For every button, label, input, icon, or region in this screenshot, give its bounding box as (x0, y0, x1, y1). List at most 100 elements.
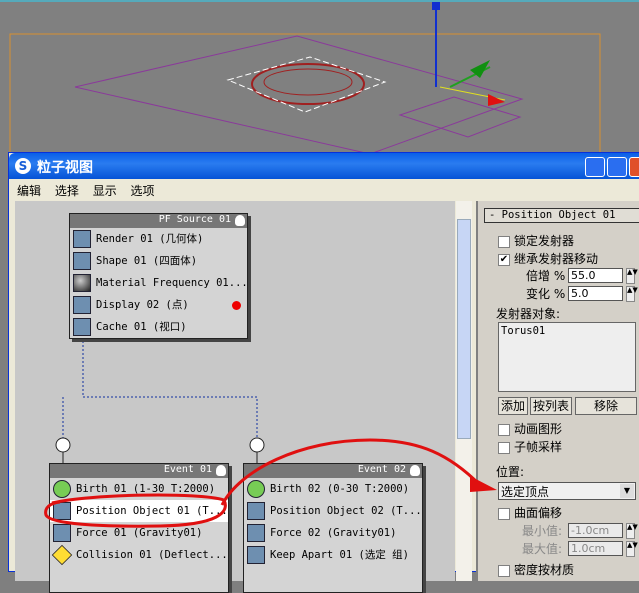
min-input[interactable]: -1.0cm (568, 523, 623, 538)
operator-birth[interactable]: Birth 02 (0-30 T:2000) (244, 478, 422, 500)
operator-label: Position Object 01 (T... (76, 505, 228, 517)
by-list-button[interactable]: 按列表 (530, 397, 572, 415)
checkbox-label: 动画图形 (514, 422, 563, 436)
cube-icon (73, 252, 91, 270)
min-label: 最小值: (522, 524, 563, 538)
operator-label: Birth 01 (1-30 T:2000) (76, 483, 216, 495)
window-title: 粒子视图 (37, 160, 93, 176)
bulb-icon[interactable] (235, 215, 245, 226)
max-input[interactable]: 1.0cm (568, 541, 623, 556)
operator-cache[interactable]: Cache 01 (视口) (70, 316, 247, 338)
checkbox-label: 继承发射器移动 (514, 252, 599, 266)
app-logo-icon: S (15, 158, 31, 174)
menu-bar: 编辑 选择 显示 选项 (9, 180, 639, 200)
menu-edit[interactable]: 编辑 (17, 184, 41, 198)
sphere-icon (73, 274, 91, 292)
animated-shape-checkbox[interactable]: 动画图形 (498, 420, 562, 437)
menu-options[interactable]: 选项 (131, 184, 155, 198)
particle-graph[interactable]: PF Source 01 Render 01 (几何体) Shape 01 (四… (15, 201, 455, 593)
force-icon (53, 524, 71, 542)
location-dropdown[interactable]: 选定顶点 ▼ (498, 482, 636, 500)
multiplier-input[interactable]: 55.0 (568, 268, 623, 283)
variation-spinner[interactable]: ▲▼ (626, 286, 638, 302)
operator-label: Shape 01 (四面体) (96, 255, 198, 267)
minimize-button[interactable] (585, 157, 605, 177)
position-icon (53, 502, 71, 520)
operator-force[interactable]: Force 02 (Gravity01) (244, 522, 422, 544)
display-color-dot (232, 301, 241, 310)
max-label: 最大值: (522, 542, 563, 556)
location-label: 位置: (496, 465, 525, 479)
maximize-button[interactable] (607, 157, 627, 177)
close-button[interactable] (629, 157, 639, 177)
node-title: Event 02 (357, 464, 406, 475)
operator-label: Display 02 (点) (96, 299, 189, 311)
teapot-icon (73, 230, 91, 248)
operator-birth[interactable]: Birth 01 (1-30 T:2000) (50, 478, 228, 500)
emitter-objects-label: 发射器对象: (496, 307, 561, 321)
operator-shape[interactable]: Shape 01 (四面体) (70, 250, 247, 272)
parameters-panel: - Position Object 01 锁定发射器 ✔ 继承发射器移动 倍增 %… (476, 201, 639, 581)
multiplier-spinner[interactable]: ▲▼ (626, 268, 638, 284)
keep-apart-icon (247, 546, 265, 564)
cache-icon (73, 318, 91, 336)
viewport-scene (9, 2, 601, 160)
operator-label: Material Frequency 01... (96, 277, 247, 289)
scroll-thumb[interactable] (457, 219, 471, 439)
operator-force[interactable]: Force 01 (Gravity01) (50, 522, 228, 544)
density-by-material-checkbox[interactable]: 密度按材质 (498, 561, 574, 578)
bulb-icon[interactable] (216, 465, 226, 476)
add-button[interactable]: 添加 (498, 397, 528, 415)
operator-material[interactable]: Material Frequency 01... (70, 272, 247, 294)
force-icon (247, 524, 265, 542)
operator-position-object[interactable]: Position Object 02 (T... (244, 500, 422, 522)
surface-offset-checkbox[interactable]: 曲面偏移 (498, 504, 562, 521)
operator-render[interactable]: Render 01 (几何体) (70, 228, 247, 250)
bulb-icon[interactable] (410, 465, 420, 476)
menu-display[interactable]: 显示 (93, 184, 117, 198)
event-02-node[interactable]: Event 02 Birth 02 (0-30 T:2000) Position… (243, 463, 423, 593)
operator-collision[interactable]: Collision 01 (Deflect... (50, 544, 228, 566)
event-01-node[interactable]: Event 01 Birth 01 (1-30 T:2000) Position… (49, 463, 229, 593)
particle-view-window: S 粒子视图 编辑 选择 显示 选项 PF Source 01 Render 0… (8, 152, 639, 593)
emitter-objects-list[interactable]: Torus01 (498, 322, 636, 392)
operator-position-object[interactable]: Position Object 01 (T... (50, 500, 228, 522)
max-spinner[interactable]: ▲▼ (626, 541, 638, 557)
operator-label: Position Object 02 (T... (270, 505, 422, 517)
location-value: 选定顶点 (501, 485, 550, 499)
multiplier-label: 倍增 % (526, 269, 566, 283)
operator-label: Collision 01 (Deflect... (76, 549, 228, 561)
checkbox-label: 锁定发射器 (514, 234, 575, 248)
title-bar[interactable]: S 粒子视图 (9, 153, 639, 179)
chevron-down-icon[interactable]: ▼ (620, 484, 634, 498)
position-icon (247, 502, 265, 520)
operator-label: Keep Apart 01 (选定 组) (270, 549, 409, 561)
node-title: Event 01 (163, 464, 212, 475)
graph-scrollbar[interactable] (456, 201, 472, 581)
menu-select[interactable]: 选择 (55, 184, 79, 198)
subframe-checkbox[interactable]: 子帧采样 (498, 438, 562, 455)
operator-label: Cache 01 (视口) (96, 321, 187, 333)
remove-button[interactable]: 移除 (575, 397, 637, 415)
operator-label: Render 01 (几何体) (96, 233, 204, 245)
checkbox-label: 曲面偏移 (514, 506, 563, 520)
checkbox-label: 子帧采样 (514, 440, 563, 454)
collision-icon (51, 544, 73, 566)
lock-emitter-checkbox[interactable]: 锁定发射器 (498, 232, 574, 249)
variation-label: 变化 % (526, 287, 566, 301)
rollout-header[interactable]: - Position Object 01 (484, 208, 639, 223)
display-icon (73, 296, 91, 314)
operator-display[interactable]: Display 02 (点) (70, 294, 247, 316)
list-item[interactable]: Torus01 (501, 325, 633, 337)
pf-source-node[interactable]: PF Source 01 Render 01 (几何体) Shape 01 (四… (69, 213, 248, 339)
min-spinner[interactable]: ▲▼ (626, 523, 638, 539)
variation-input[interactable]: 5.0 (568, 286, 623, 301)
operator-label: Force 01 (Gravity01) (76, 527, 203, 539)
operator-keep-apart[interactable]: Keep Apart 01 (选定 组) (244, 544, 422, 566)
checkbox-label: 密度按材质 (514, 563, 575, 577)
inherit-emitter-checkbox[interactable]: ✔ 继承发射器移动 (498, 250, 598, 267)
birth-icon (53, 480, 71, 498)
operator-label: Birth 02 (0-30 T:2000) (270, 483, 410, 495)
birth-icon (247, 480, 265, 498)
3d-viewport[interactable] (0, 0, 639, 160)
